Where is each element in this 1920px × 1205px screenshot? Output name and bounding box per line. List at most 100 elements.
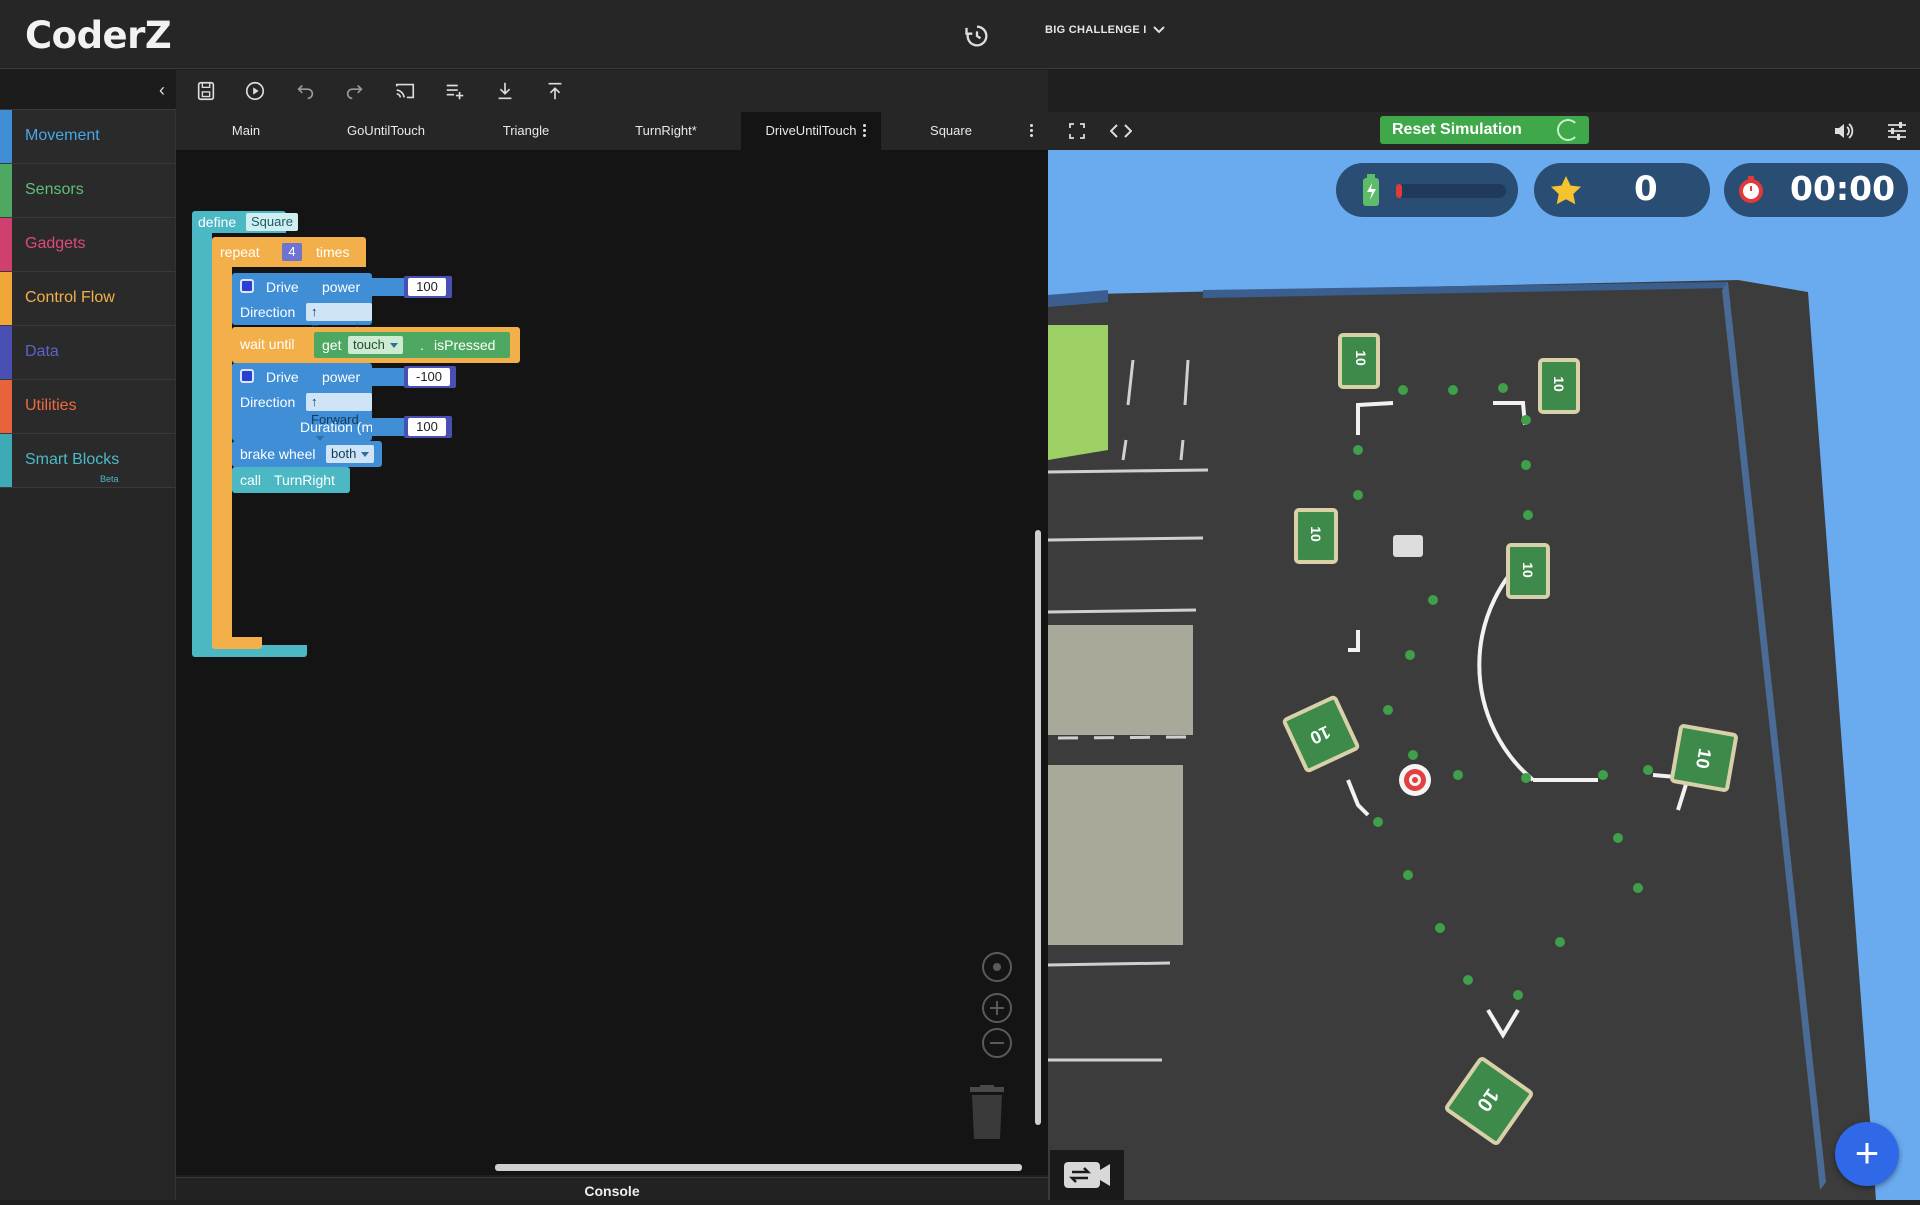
tab-more-icon[interactable]	[860, 122, 868, 140]
battery-hud	[1336, 163, 1518, 217]
repeat-count[interactable]: 4	[282, 243, 302, 261]
power-value-block[interactable]: 100	[404, 276, 452, 298]
category-color-bar	[0, 326, 12, 379]
category-label: Control Flow	[25, 289, 115, 306]
category-label: Data	[25, 343, 59, 360]
power-keyword: power	[322, 279, 361, 295]
call-name: TurnRight	[274, 472, 335, 488]
console-toggle[interactable]: Console	[176, 1177, 1048, 1200]
brake-dropdown[interactable]: both	[326, 445, 375, 463]
challenge-dropdown[interactable]: BIG CHALLENGE I	[1045, 24, 1165, 36]
zoom-out-icon[interactable]	[982, 1028, 1012, 1058]
drive-keyword: Drive	[266, 279, 299, 295]
category-control-flow[interactable]: Control Flow	[0, 272, 175, 326]
simulation-scene	[1048, 150, 1920, 1200]
reset-simulation-button[interactable]: Reset Simulation	[1380, 116, 1589, 144]
repeat-block[interactable]: repeat 4 times	[212, 237, 366, 267]
crate-label: 10	[1352, 350, 1369, 366]
tab-turnright[interactable]: TurnRight*	[596, 112, 736, 150]
block-category-sidebar: Movement Sensors Gadgets Control Flow Da…	[0, 110, 176, 1200]
workspace-horizontal-scrollbar[interactable]	[495, 1164, 1022, 1171]
tab-triangle[interactable]: Triangle	[456, 112, 596, 150]
battery-bar	[1396, 184, 1506, 198]
download-icon[interactable]	[491, 78, 519, 104]
blockly-workspace[interactable]: define Square repeat 4 times Drive power…	[176, 150, 1048, 1175]
drive-keyword: Drive	[266, 369, 299, 385]
coderz-logo[interactable]: CoderZ	[25, 14, 172, 57]
gear-icon[interactable]	[240, 279, 254, 293]
direction-keyword: Direction	[240, 304, 296, 320]
power-value-block[interactable]: -100	[404, 366, 456, 388]
sidebar-header: ‹	[0, 70, 176, 110]
challenge-label: BIG CHALLENGE I	[1045, 24, 1147, 36]
repeat-block-footer	[212, 637, 262, 649]
tab-more-icon[interactable]	[1027, 122, 1035, 140]
crate-label: 10	[1550, 376, 1567, 392]
wait-until-block[interactable]: wait until get touch . isPressed	[232, 327, 520, 363]
settings-sliders-icon[interactable]	[1886, 121, 1908, 141]
play-icon[interactable]	[241, 78, 269, 104]
define-name[interactable]: Square	[246, 213, 298, 231]
brake-wheel-block[interactable]: brake wheel both	[232, 441, 382, 467]
timer-hud: 00:00	[1724, 163, 1908, 217]
timer-value: 00:00	[1790, 169, 1896, 208]
tab-gountiltouch[interactable]: GoUntilTouch	[316, 112, 456, 150]
plus-icon: +	[1854, 1129, 1880, 1176]
redo-icon[interactable]	[341, 78, 369, 104]
crate-label: 10	[1691, 746, 1716, 771]
refresh-icon	[1557, 119, 1579, 141]
recenter-icon[interactable]	[982, 952, 1012, 982]
category-label: Gadgets	[25, 235, 86, 252]
undo-icon[interactable]	[291, 78, 319, 104]
drive-block[interactable]: Drive power Direction ↑ Forward	[232, 273, 372, 337]
zoom-in-icon[interactable]	[982, 993, 1012, 1023]
category-data[interactable]: Data	[0, 326, 175, 380]
drive-block[interactable]: Drive power Direction ↑ Forward Duration…	[232, 363, 385, 441]
duration-value-block[interactable]: 100	[404, 416, 452, 438]
history-icon[interactable]	[963, 22, 991, 50]
get-sensor-block[interactable]: get touch . isPressed	[314, 332, 510, 358]
category-gadgets[interactable]: Gadgets	[0, 218, 175, 272]
save-icon[interactable]	[192, 78, 220, 104]
simulation-viewport[interactable]: 10 10 10 10 10 10 10 0 00:00	[1048, 150, 1920, 1200]
wait-until-keyword: wait until	[240, 336, 295, 352]
fullscreen-icon[interactable]	[1068, 122, 1086, 140]
direction-dropdown[interactable]: ↑ Forward	[306, 303, 372, 337]
power-value[interactable]: -100	[408, 368, 450, 386]
workspace-vertical-scrollbar[interactable]	[1035, 530, 1041, 1125]
tab-main[interactable]: Main	[176, 112, 316, 150]
define-block[interactable]: define Square	[192, 211, 298, 233]
camera-switch-button[interactable]	[1050, 1150, 1124, 1200]
volume-icon[interactable]	[1833, 121, 1855, 141]
connector	[372, 368, 404, 386]
trash-icon[interactable]	[968, 1085, 1006, 1141]
camera-switch-icon	[1064, 1162, 1110, 1188]
category-color-bar	[0, 110, 12, 163]
tab-square[interactable]: Square	[881, 112, 1021, 150]
gear-icon[interactable]	[240, 369, 254, 383]
cast-icon[interactable]	[391, 78, 419, 104]
collapse-sidebar-icon[interactable]: ‹	[152, 80, 172, 100]
stopwatch-icon	[1739, 176, 1763, 203]
add-function-icon[interactable]	[441, 78, 469, 104]
times-keyword: times	[316, 244, 350, 260]
category-movement[interactable]: Movement	[0, 110, 175, 164]
power-value[interactable]: 100	[408, 278, 446, 296]
code-view-icon[interactable]	[1109, 122, 1133, 140]
dot-separator: .	[420, 337, 424, 353]
connector	[372, 418, 404, 436]
get-keyword: get	[322, 337, 342, 353]
sensor-dropdown[interactable]: touch	[348, 336, 403, 354]
category-color-bar	[0, 272, 12, 325]
category-color-bar	[0, 218, 12, 271]
upload-icon[interactable]	[541, 78, 569, 104]
category-smart-blocks[interactable]: Smart Blocks Beta	[0, 434, 175, 488]
add-button[interactable]: +	[1835, 1122, 1899, 1186]
call-block[interactable]: call TurnRight	[232, 467, 350, 493]
direction-dropdown[interactable]: ↑ Forward	[306, 393, 372, 427]
app-header: CoderZ BIG CHALLENGE I	[0, 0, 1920, 69]
connector	[372, 278, 404, 296]
category-sensors[interactable]: Sensors	[0, 164, 175, 218]
category-utilities[interactable]: Utilities	[0, 380, 175, 434]
duration-value[interactable]: 100	[408, 418, 446, 436]
